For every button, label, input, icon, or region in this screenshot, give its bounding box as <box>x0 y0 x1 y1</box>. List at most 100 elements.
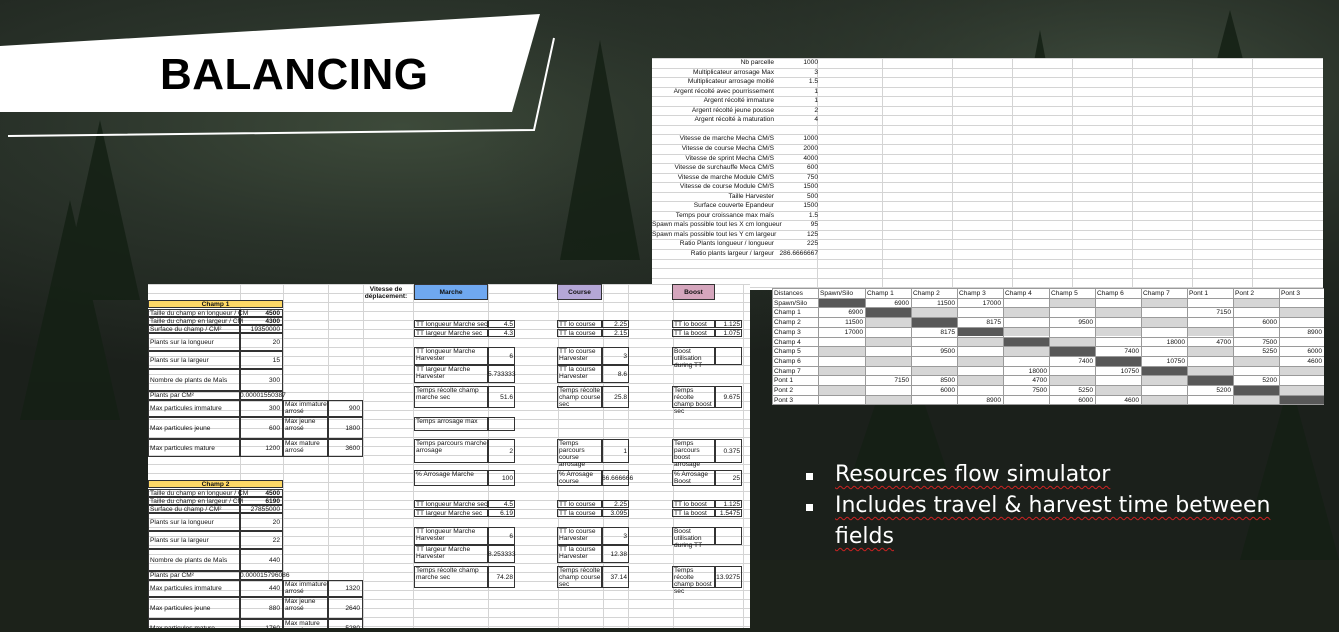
param-value: 1.5 <box>808 78 818 86</box>
empty-cell <box>1095 385 1141 395</box>
param-value: 2000 <box>803 144 818 152</box>
champ-label: Max particules immature <box>150 405 222 412</box>
param-label: Nb parcelle <box>740 59 774 66</box>
distance-value: 4600 <box>1307 357 1322 365</box>
empty-cell <box>911 365 957 376</box>
marche-value: 2 <box>509 447 513 455</box>
course-label: TT la course <box>559 330 596 337</box>
course-value: 8.6 <box>617 370 627 378</box>
course-value: 2.15 <box>614 329 627 337</box>
course-label: TT la course Harvester <box>559 366 596 380</box>
bullet-item: Resources flow simulator <box>835 462 1111 487</box>
distance-value: 4600 <box>1124 396 1139 404</box>
empty-cell <box>865 355 911 366</box>
grid-line <box>772 346 1324 348</box>
distance-value: 7150 <box>894 377 909 385</box>
param-value: 4000 <box>803 154 818 162</box>
grid-line <box>148 464 750 465</box>
distance-value: 10750 <box>1166 357 1185 365</box>
row-header: Spawn/Silo <box>774 299 807 307</box>
champ-value: 1760 <box>265 624 280 629</box>
param-label: Ratio Plants longueur / longueur <box>679 240 774 248</box>
column-header: Champ 5 <box>1051 290 1078 297</box>
diagonal-cell <box>1233 385 1279 395</box>
param-value: 1000 <box>803 135 818 143</box>
marche-label: % Arrosage Marche <box>416 471 474 478</box>
boost-label: Temps récolte champ boost sec <box>674 387 712 415</box>
diagonal-cell <box>1279 394 1324 405</box>
cell-border <box>715 347 742 365</box>
grid-line <box>772 317 1324 319</box>
param-value: 1.5 <box>808 211 818 219</box>
champ-sheet: Vitesse de déplacement: Marche Course Boost… <box>148 284 750 628</box>
marche-value: 4.5 <box>503 320 513 328</box>
distance-value: 10750 <box>1120 367 1139 375</box>
champ-value: 19350000 <box>250 325 280 333</box>
row-header: Champ 7 <box>774 367 801 375</box>
marche-value: 74.28 <box>496 573 513 581</box>
grid-line <box>652 258 1323 260</box>
grid-line <box>772 375 1324 377</box>
boost-label: % Arrosage Boost <box>674 471 709 485</box>
diagonal-cell <box>911 317 957 327</box>
course-label: Temps parcours course arrosage <box>559 440 586 468</box>
course-value: 12.38 <box>610 550 627 558</box>
param-label: Vitesse de course Module CM/S <box>679 183 774 191</box>
boost-header: Boost <box>672 284 715 300</box>
course-label: TT la course Harvester <box>559 546 596 560</box>
grid-line <box>772 288 773 405</box>
empty-cell <box>1279 385 1324 395</box>
champ-value: 4500 <box>265 309 280 317</box>
marche-label: Temps arrosage max <box>416 418 478 425</box>
param-label: Vitesse de sprint Mecha CM/S <box>685 154 774 162</box>
champ-label: Max particules immature <box>150 585 222 592</box>
title-banner: BALANCING <box>0 0 560 140</box>
diagonal-cell <box>818 297 865 308</box>
champ-value: 880 <box>268 604 280 612</box>
empty-cell <box>957 375 1003 385</box>
param-value: 1500 <box>803 202 818 210</box>
param-value: 95 <box>810 221 818 229</box>
empty-cell <box>1049 297 1095 308</box>
grid-line <box>363 284 364 628</box>
param-label: Spawn maïs possible tout les X cm longue… <box>652 221 782 229</box>
champ-label: Max particules mature <box>150 444 215 452</box>
course-value: 37.14 <box>610 573 627 581</box>
param-label: Taille Harvester <box>728 192 774 200</box>
champ-value: 27855000 <box>250 505 280 513</box>
distance-value: 6000 <box>1307 348 1322 356</box>
course-label: TT lo course <box>559 321 596 328</box>
course-value: 25.8 <box>614 393 627 401</box>
distance-value: 6900 <box>894 299 909 307</box>
marche-value: 4.5 <box>503 500 513 508</box>
course-label: TT lo course Harvester <box>559 528 596 542</box>
bullet-marker <box>806 473 813 480</box>
param-value: 4 <box>814 116 818 124</box>
distance-value: 6000 <box>940 387 955 394</box>
param-value: 600 <box>806 164 818 172</box>
distance-value: 17000 <box>844 328 863 336</box>
param-value: 1500 <box>803 183 818 191</box>
parameters-sheet: Nb parcelle 1000 Multiplicateur arrosage M… <box>652 58 1323 290</box>
param-label: Vitesse de marche Module CM/S <box>677 173 774 181</box>
row-header: Pont 3 <box>774 396 794 404</box>
marche-value: 6.19 <box>500 509 513 517</box>
distance-value: 8500 <box>940 377 955 385</box>
course-value: 3 <box>623 352 627 360</box>
marche-value: 100 <box>501 474 513 482</box>
column-header: Champ 4 <box>1005 290 1032 297</box>
boost-label: Boost utilisation during TT <box>674 348 703 369</box>
param-label: Vitesse de course Mecha CM/S <box>681 144 774 152</box>
param-label: Argent récolté avec pourrissement <box>673 87 774 95</box>
grid-line <box>952 58 953 290</box>
empty-cell <box>1233 297 1279 308</box>
champ-label: Plants sur la largeur <box>150 356 209 364</box>
distance-value: 5250 <box>1262 348 1277 356</box>
grid-line <box>818 288 819 405</box>
course-header: Course <box>557 284 602 300</box>
marche-label: Temps récolte champ marche sec <box>416 567 479 581</box>
champ-value: 4500 <box>265 489 280 497</box>
grid-line <box>1095 288 1096 405</box>
course-label: TT lo course Harvester <box>559 348 596 362</box>
distance-value: 11500 <box>845 319 863 327</box>
